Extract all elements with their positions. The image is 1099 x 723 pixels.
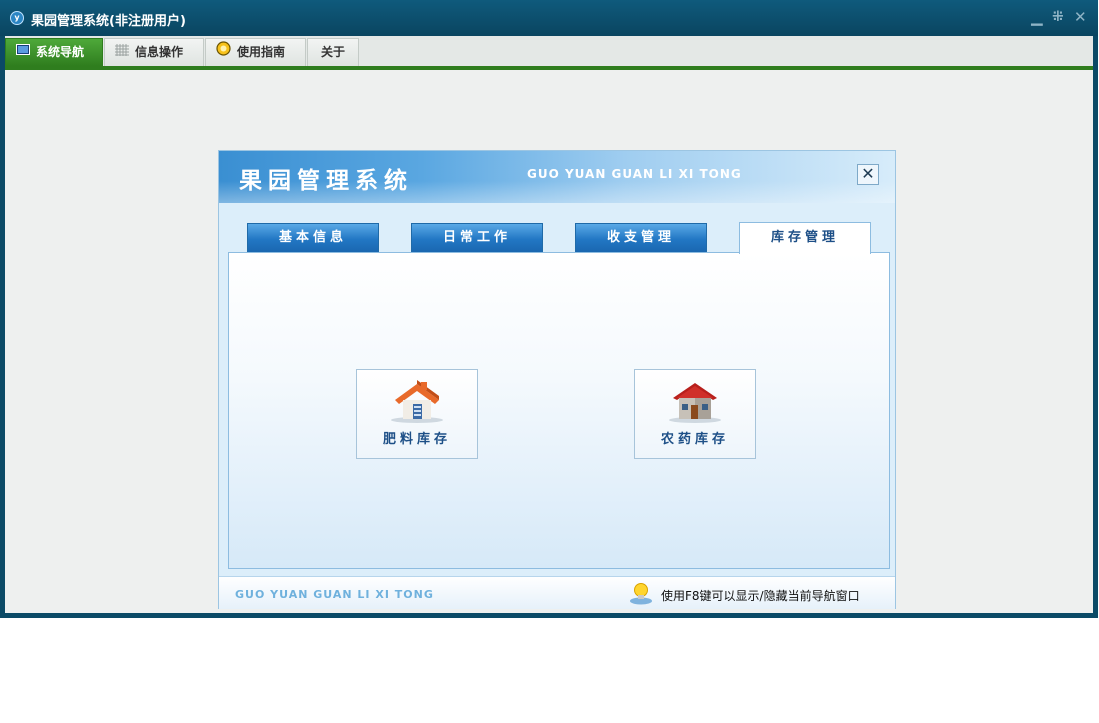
tab-content [228, 252, 890, 569]
restore-icon[interactable]: ⁜ [1052, 9, 1064, 25]
panel-close-button[interactable]: ✕ [857, 164, 879, 185]
tab-finance[interactable]: 收支管理 [575, 223, 707, 253]
tab-daily-work[interactable]: 日常工作 [411, 223, 543, 253]
menu-item-user-guide[interactable]: 使用指南 [205, 38, 306, 66]
menu-item-label: 系统导航 [36, 45, 85, 59]
app-logo-icon: y [10, 11, 24, 25]
pesticide-house-icon [669, 383, 721, 423]
menu-item-about[interactable]: 关于 [307, 38, 359, 66]
minimize-icon[interactable]: ▁ [1031, 9, 1043, 25]
module-label: 肥料库存 [382, 432, 451, 447]
close-icon[interactable]: ✕ [1074, 9, 1087, 25]
menu-item-label: 信息操作 [135, 45, 184, 59]
panel-footer: GUO YUAN GUAN LI XI TONG 使用F8键可以显示/隐藏当前导… [219, 576, 895, 609]
grid-icon [115, 39, 129, 65]
monitor-icon [16, 39, 30, 65]
panel-subtitle: GUO YUAN GUAN LI XI TONG [527, 167, 742, 181]
panel-title: 果园管理系统 [239, 168, 413, 194]
pesticide-inventory-button[interactable]: 农药库存 [634, 369, 756, 459]
menu-item-label: 关于 [320, 45, 345, 59]
window-title: 果园管理系统(非注册用户) [31, 14, 186, 29]
app-window: y 果园管理系统(非注册用户) ▁ ⁜ ✕ 系统导航 信息操作 使用指南 关于 … [0, 0, 1098, 618]
footer-brand-text: GUO YUAN GUAN LI XI TONG [235, 588, 434, 601]
menu-item-info-ops[interactable]: 信息操作 [104, 38, 204, 66]
f8-hint-text: 使用F8键可以显示/隐藏当前导航窗口 [661, 589, 860, 603]
menu-item-label: 使用指南 [237, 45, 286, 59]
close-icon: ✕ [861, 164, 875, 183]
module-label: 农药库存 [660, 432, 729, 447]
title-bar[interactable]: y 果园管理系统(非注册用户) ▁ ⁜ ✕ [0, 0, 1098, 36]
panel-header[interactable]: 果园管理系统 GUO YUAN GUAN LI XI TONG ✕ [219, 151, 895, 203]
compass-icon [216, 39, 231, 65]
lightbulb-icon [630, 583, 652, 605]
tab-inventory[interactable]: 库存管理 [739, 222, 871, 254]
navigation-panel: 果园管理系统 GUO YUAN GUAN LI XI TONG ✕ 基本信息 日… [218, 150, 896, 609]
fertilizer-inventory-button[interactable]: 肥料库存 [356, 369, 478, 459]
tab-basic-info[interactable]: 基本信息 [247, 223, 379, 253]
menu-item-system-nav[interactable]: 系统导航 [5, 38, 103, 66]
fertilizer-house-icon [391, 380, 443, 423]
